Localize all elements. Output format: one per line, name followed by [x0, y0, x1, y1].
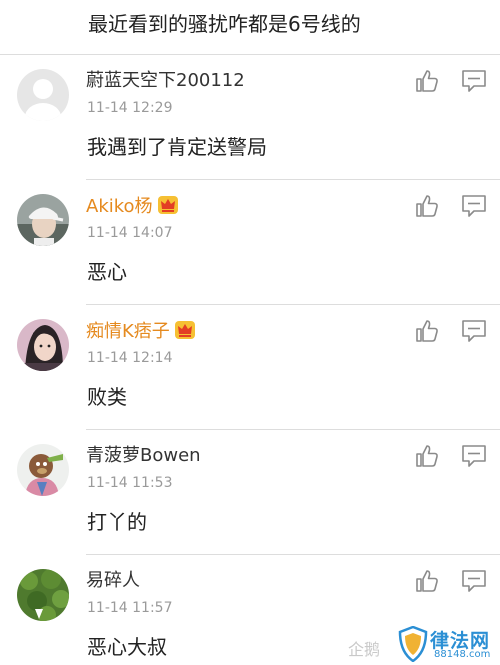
comment-text: 败类: [87, 385, 127, 409]
username[interactable]: Akiko杨: [86, 195, 179, 218]
avatar[interactable]: [17, 569, 69, 621]
shield-logo-icon: [398, 626, 428, 662]
default-avatar-icon: [17, 69, 69, 121]
timestamp: 11-14 12:14: [87, 350, 173, 366]
thumbs-up-icon: [416, 445, 438, 467]
like-button[interactable]: [414, 68, 440, 94]
watermark: 企鹅 律法网 88148.com: [348, 624, 500, 665]
timestamp: 11-14 11:53: [87, 475, 173, 491]
thumbs-up-icon: [416, 70, 438, 92]
comment-text: 恶心: [87, 260, 127, 284]
person-portrait-avatar-icon: [17, 319, 69, 371]
username-text: Akiko杨: [86, 196, 153, 217]
watermark-prefix: 企鹅: [348, 640, 381, 659]
like-button[interactable]: [414, 443, 440, 469]
green-foliage-avatar-icon: [17, 569, 69, 621]
username-text: 痴情K痞子: [86, 321, 170, 342]
reply-button[interactable]: [461, 444, 487, 468]
timestamp: 11-14 14:07: [87, 225, 173, 241]
crown-icon: [174, 321, 195, 339]
comment-text: 恶心大叔: [87, 635, 167, 659]
comment-bubble-icon: [462, 195, 486, 217]
like-button[interactable]: [414, 193, 440, 219]
avatar[interactable]: [17, 194, 69, 246]
timestamp: 11-14 11:57: [87, 600, 173, 616]
avatar[interactable]: [17, 444, 69, 496]
comment-text: 打丫的: [87, 510, 147, 534]
avatar[interactable]: [17, 319, 69, 371]
crown-icon: [157, 196, 178, 214]
avatar[interactable]: [17, 69, 69, 121]
cartoon-character-avatar-icon: [17, 444, 69, 496]
comment-bubble-icon: [462, 570, 486, 592]
comment-text: 我遇到了肯定送警局: [87, 135, 267, 159]
comment-bubble-icon: [462, 320, 486, 342]
username[interactable]: 蔚蓝天空下200112: [86, 70, 245, 92]
thumbs-up-icon: [416, 320, 438, 342]
comment-bubble-icon: [462, 445, 486, 467]
comment-item: Akiko杨 11-14 14:07 恶心: [0, 180, 500, 305]
username[interactable]: 痴情K痞子: [86, 320, 196, 343]
comment-bubble-icon: [462, 70, 486, 92]
reply-button[interactable]: [461, 569, 487, 593]
username[interactable]: 青菠萝Bowen: [86, 445, 201, 467]
timestamp: 11-14 12:29: [87, 100, 173, 116]
like-button[interactable]: [414, 568, 440, 594]
thumbs-up-icon: [416, 195, 438, 217]
like-button[interactable]: [414, 318, 440, 344]
watermark-url: 88148.com: [434, 649, 491, 660]
comment-item: 青菠萝Bowen 11-14 11:53 打丫的: [0, 430, 500, 555]
previous-comment-text: 最近看到的骚扰咋都是6号线的: [88, 12, 361, 36]
username[interactable]: 易碎人: [86, 570, 140, 592]
reply-button[interactable]: [461, 319, 487, 343]
comment-item: 痴情K痞子 11-14 12:14 败类: [0, 305, 500, 430]
reply-button[interactable]: [461, 69, 487, 93]
reply-button[interactable]: [461, 194, 487, 218]
thumbs-up-icon: [416, 570, 438, 592]
person-white-cap-avatar-icon: [17, 194, 69, 246]
comment-item: 蔚蓝天空下200112 11-14 12:29 我遇到了肯定送警局: [0, 55, 500, 180]
